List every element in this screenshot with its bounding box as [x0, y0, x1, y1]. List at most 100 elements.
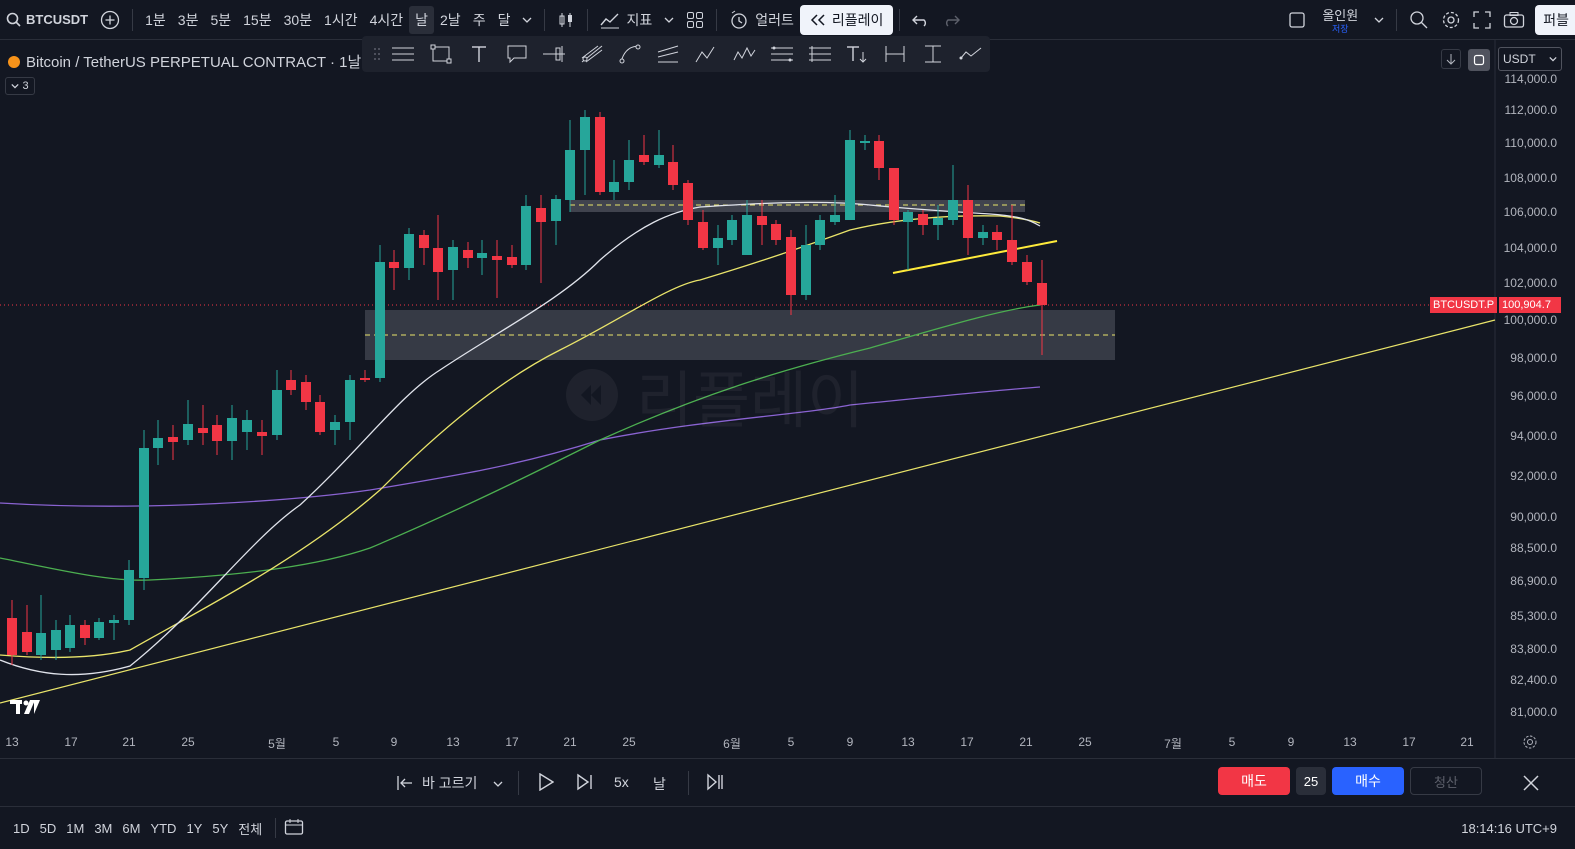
interval-30m[interactable]: 30분: [278, 0, 318, 40]
fib-retracement-icon[interactable]: [763, 38, 801, 70]
select-bar-dropdown[interactable]: [493, 777, 503, 792]
settings-button[interactable]: [1435, 0, 1467, 40]
series-legend[interactable]: Bitcoin / TetherUS PERPETUAL CONTRACT · …: [8, 51, 361, 72]
replay-interval-button[interactable]: 날: [653, 774, 666, 794]
scroll-down-button[interactable]: [1441, 49, 1461, 69]
gear-icon: [1523, 735, 1537, 749]
alarm-clock-icon: [731, 10, 747, 29]
fib-channel-icon[interactable]: [649, 38, 687, 70]
interval-2d[interactable]: 2날: [434, 0, 467, 40]
alerts-button[interactable]: 얼러트: [723, 0, 800, 40]
text-icon[interactable]: [460, 38, 498, 70]
rectangle-icon[interactable]: [422, 38, 460, 70]
publish-button[interactable]: 퍼블: [1535, 4, 1575, 35]
candle-body: [227, 418, 237, 441]
indicators-button[interactable]: 지표: [594, 0, 658, 40]
snapshot-button[interactable]: [1497, 0, 1531, 40]
range-6m[interactable]: 6M: [117, 821, 145, 836]
candle-body: [874, 141, 884, 168]
auto-scale-button[interactable]: [1468, 49, 1490, 71]
range-ytd[interactable]: YTD: [145, 821, 181, 836]
anchored-text-icon[interactable]: [838, 38, 876, 70]
range-1d[interactable]: 1D: [8, 821, 35, 836]
interval-1h[interactable]: 1시간: [318, 0, 364, 40]
interval-1d[interactable]: 날: [409, 5, 435, 34]
candle-body: [1007, 240, 1017, 262]
interval-1m[interactable]: 1분: [139, 0, 172, 40]
candle-body: [477, 253, 487, 258]
redo-icon: [946, 15, 961, 27]
price-label: 83,800.0: [1510, 642, 1557, 656]
buy-button[interactable]: 매수: [1332, 767, 1404, 795]
candle-body: [771, 224, 781, 240]
currency-select[interactable]: USDT: [1498, 47, 1562, 71]
time-label: 25: [1078, 735, 1092, 749]
price-label: 96,000.0: [1510, 389, 1557, 403]
interval-1mo[interactable]: 달: [492, 0, 517, 40]
range-3m[interactable]: 3M: [89, 821, 117, 836]
interval-4h[interactable]: 4시간: [364, 0, 410, 40]
gann-box-icon[interactable]: [801, 38, 839, 70]
drag-handle-icon[interactable]: [370, 38, 384, 70]
layouts-button[interactable]: [680, 0, 710, 40]
layout-dropdown[interactable]: [1368, 0, 1390, 40]
interval-15m[interactable]: 15분: [237, 0, 277, 40]
indicators-dropdown[interactable]: [658, 0, 680, 40]
candle-body: [463, 250, 473, 258]
curve-icon[interactable]: [611, 38, 649, 70]
candle-body: [168, 437, 178, 442]
fullscreen-button[interactable]: [1467, 0, 1497, 40]
time-label: 7월: [1164, 737, 1182, 751]
xabcd-pattern-icon[interactable]: [687, 38, 725, 70]
range-5y[interactable]: 5Y: [207, 821, 233, 836]
range-5d[interactable]: 5D: [35, 821, 62, 836]
symbol-search[interactable]: BTCUSDT: [0, 0, 94, 40]
redo-button[interactable]: [936, 0, 966, 40]
step-forward-button[interactable]: [576, 773, 594, 794]
play-button[interactable]: [538, 772, 555, 794]
forecast-icon[interactable]: [952, 38, 990, 70]
interval-1w[interactable]: 주: [467, 0, 492, 40]
close-position-button[interactable]: 청산: [1410, 767, 1482, 795]
callout-icon[interactable]: [498, 38, 536, 70]
candle-body: [536, 208, 546, 222]
candle-body: [757, 216, 767, 225]
indicator-count: 3: [22, 80, 29, 92]
legend-collapse-button[interactable]: 3: [5, 77, 35, 95]
select-bar-button[interactable]: 바 고르기: [396, 771, 477, 795]
calendar-icon: [285, 818, 304, 835]
compare-button[interactable]: [94, 0, 126, 40]
interval-5m[interactable]: 5분: [204, 0, 237, 40]
replay-watermark: 리플레이: [566, 350, 864, 440]
time-label: 9: [390, 735, 398, 749]
candle-body: [198, 428, 208, 433]
chart-type-button[interactable]: [551, 0, 581, 40]
fullscreen-toggle[interactable]: [1282, 0, 1312, 40]
pitchfork-icon[interactable]: [573, 38, 611, 70]
undo-button[interactable]: [906, 0, 936, 40]
price-range-icon[interactable]: [914, 38, 952, 70]
range-all[interactable]: 전체: [233, 819, 267, 838]
horizontal-lines-icon[interactable]: [384, 38, 422, 70]
position-icon[interactable]: [535, 38, 573, 70]
elliott-wave-icon[interactable]: [725, 38, 763, 70]
quantity-field[interactable]: 25: [1296, 767, 1326, 795]
tradingview-logo[interactable]: [10, 698, 42, 719]
interval-dropdown[interactable]: [516, 0, 538, 40]
date-range-icon[interactable]: [876, 38, 914, 70]
goto-date-button[interactable]: [284, 818, 304, 839]
speed-button[interactable]: 5x: [614, 774, 629, 790]
layout-name-button[interactable]: 올인원 저장: [1312, 0, 1368, 40]
quick-search-button[interactable]: [1403, 0, 1435, 40]
candle-body: [183, 424, 193, 440]
axis-settings-button[interactable]: [1522, 734, 1538, 753]
candle-body: [551, 199, 561, 221]
clock[interactable]: 18:14:16 UTC+9: [1461, 821, 1557, 836]
replay-button[interactable]: 리플레이: [799, 4, 894, 35]
interval-3m[interactable]: 3분: [172, 0, 205, 40]
range-1y[interactable]: 1Y: [181, 821, 207, 836]
jump-to-realtime-button[interactable]: [706, 773, 724, 794]
range-1m[interactable]: 1M: [61, 821, 89, 836]
sell-button[interactable]: 매도: [1218, 767, 1290, 795]
close-replay-button[interactable]: [1521, 773, 1541, 796]
